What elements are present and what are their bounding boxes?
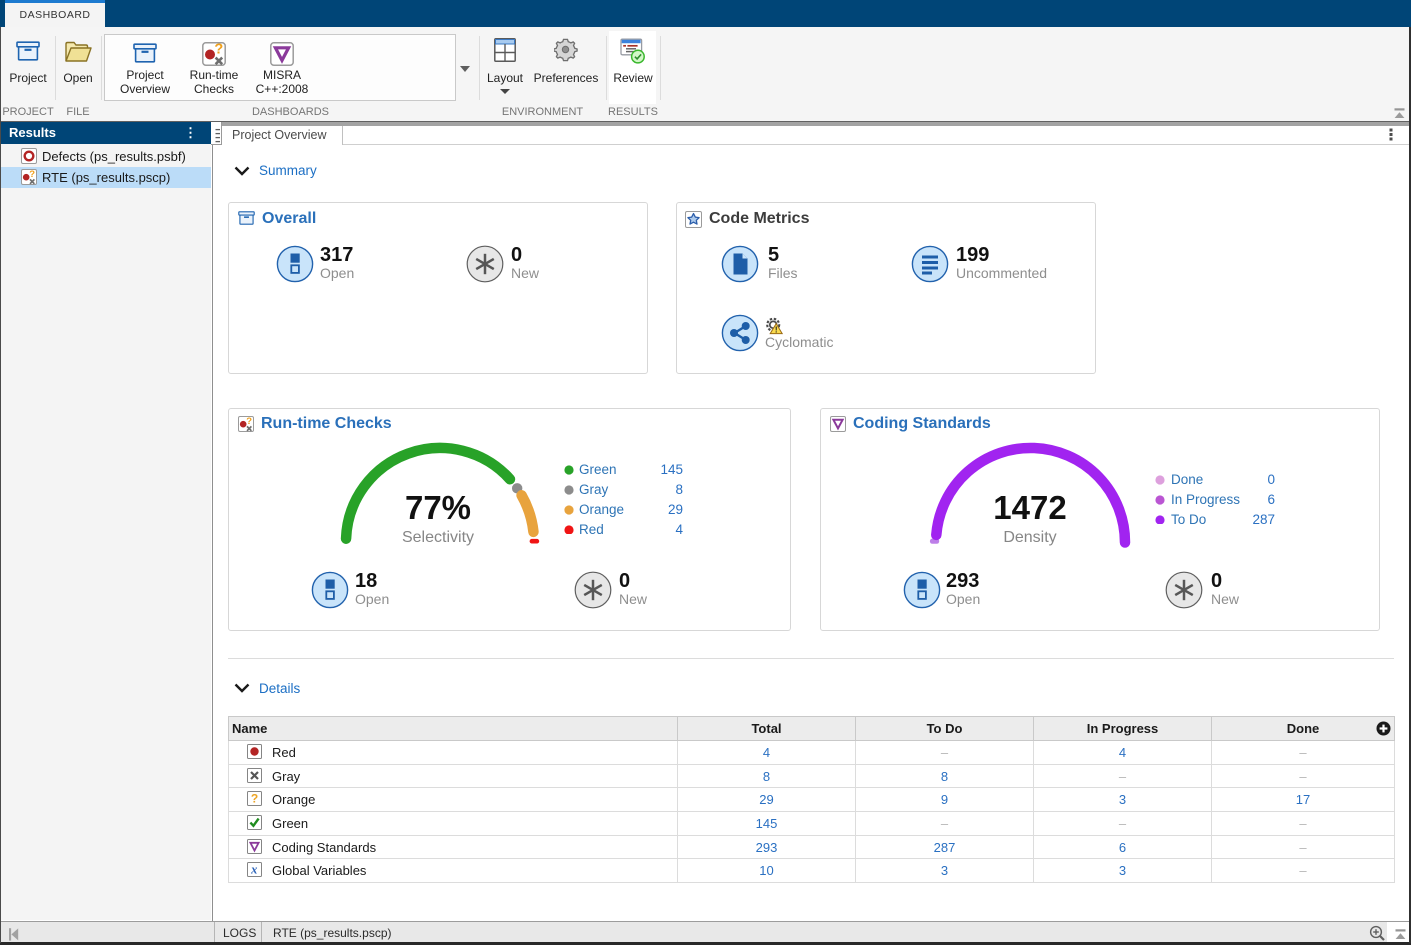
svg-text:x: x	[250, 863, 257, 877]
svg-text:?: ?	[214, 42, 223, 58]
svg-text:?: ?	[29, 169, 35, 180]
svg-text:?: ?	[251, 792, 258, 806]
svg-text:?: ?	[246, 416, 252, 427]
